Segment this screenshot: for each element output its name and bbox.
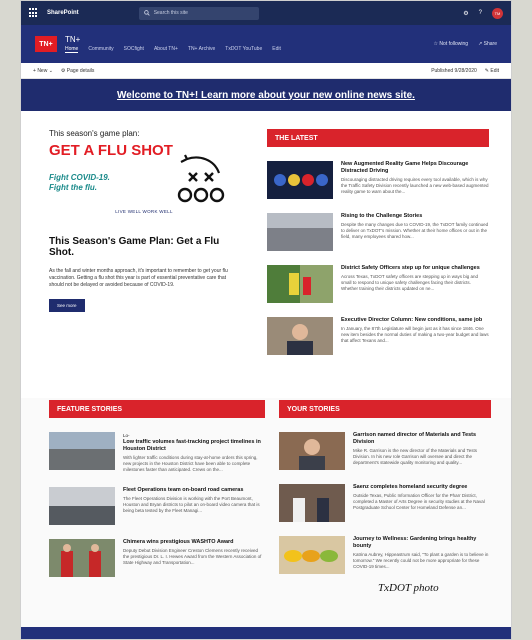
welcome-banner: Welcome to TN+! Learn more about your ne… (21, 79, 511, 111)
news-thumbnail (267, 265, 333, 303)
latest-heading: THE LATEST (267, 129, 489, 147)
news-desc: Outside Texas, Public Information Office… (353, 493, 485, 510)
your-stories-web-part: YOUR STORIES Garrison named director of … (279, 400, 491, 574)
command-bar: + New ⌄ ⚙ Page details Published 9/28/20… (21, 63, 511, 79)
share-button[interactable]: ↗ Share (478, 41, 497, 47)
news-desc: Despite the many changes due to COVID-19… (341, 222, 489, 239)
site-nav: Home Community SOCfight About TN+ TN+ Ar… (65, 46, 281, 53)
news-desc: In January, the 87th Legislature will be… (341, 326, 489, 343)
see-more-button[interactable]: See more (49, 299, 85, 312)
footer-bar (21, 627, 511, 639)
search-box[interactable]: Search this site (138, 6, 259, 20)
news-title[interactable]: Low traffic volumes fast-tracking projec… (123, 439, 265, 453)
news-title[interactable]: Chimera wins prestigious WASHTO Award (123, 539, 265, 546)
app-launcher-icon[interactable] (29, 8, 39, 18)
follow-button[interactable]: ☆ Not following (434, 41, 469, 47)
welcome-link[interactable]: Welcome to TN+! Learn more about your ne… (117, 90, 415, 101)
list-item[interactable]: Journey to Wellness: Gardening brings he… (279, 536, 491, 574)
news-title[interactable]: Garrison named director of Materials and… (353, 432, 491, 446)
news-tag: Lo- (123, 433, 130, 438)
edit-button[interactable]: ✎ Edit (485, 68, 499, 74)
share-label: Share (483, 41, 497, 47)
page-details-button[interactable]: ⚙ Page details (61, 68, 94, 74)
published-status: Published 9/28/2020 (431, 67, 477, 74)
news-thumbnail (49, 539, 115, 577)
nav-home[interactable]: Home (65, 46, 79, 53)
nav-youtube[interactable]: TxDOT YouTube (225, 46, 262, 53)
feature-web-part: FEATURE STORIES Lo- Low traffic volumes … (49, 400, 265, 577)
list-item[interactable]: New Augmented Reality Game Helps Discour… (267, 161, 489, 199)
new-button[interactable]: + New ⌄ (33, 68, 53, 74)
game-plan-icon (177, 154, 225, 203)
follow-label: Not following (439, 41, 469, 47)
flu-title[interactable]: This Season's Game Plan: Get a Flu Shot. (49, 236, 239, 258)
news-title[interactable]: Journey to Wellness: Gardening brings he… (353, 536, 491, 550)
list-item[interactable]: Lo- Low traffic volumes fast-tracking pr… (49, 432, 265, 473)
photo-caption: TxDOT photo (378, 582, 439, 594)
news-thumbnail (279, 484, 345, 522)
news-thumbnail (267, 161, 333, 199)
news-title[interactable]: Fleet Operations team on-board road came… (123, 487, 265, 494)
news-thumbnail (267, 213, 333, 251)
nav-edit[interactable]: Edit (272, 46, 281, 53)
news-desc: Deputy Debut Division Engineer Creston C… (123, 548, 262, 565)
news-thumbnail (49, 432, 115, 470)
news-desc: Discouraging distracted driving requires… (341, 177, 489, 194)
list-item[interactable]: Garrison named director of Materials and… (279, 432, 491, 470)
news-title[interactable]: New Augmented Reality Game Helps Discour… (341, 161, 489, 175)
news-thumbnail (49, 487, 115, 525)
site-header: TN+ TN+ Home Community SOCfight About TN… (21, 25, 511, 63)
news-desc: Across Texas, TxDOT safety officers are … (341, 274, 478, 291)
feature-heading: FEATURE STORIES (49, 400, 265, 418)
news-thumbnail (267, 317, 333, 355)
nav-community[interactable]: Community (88, 46, 113, 53)
suite-brand[interactable]: SharePoint (47, 10, 79, 16)
list-item[interactable]: Chimera wins prestigious WASHTO Award De… (49, 539, 265, 577)
avatar[interactable]: TM (492, 7, 503, 19)
news-title[interactable]: District Safety Officers step up for uni… (341, 265, 489, 272)
news-thumbnail (279, 536, 345, 574)
settings-icon[interactable]: ⚙ (463, 10, 468, 17)
browser-frame: SharePoint Search this site ⚙ ? TM TN+ T… (20, 0, 512, 640)
flu-question: This season's game plan: (49, 129, 140, 138)
list-item[interactable]: Saenz completes homeland security degree… (279, 484, 491, 522)
help-icon[interactable]: ? (479, 10, 482, 16)
news-title[interactable]: Saenz completes homeland security degree (353, 484, 491, 491)
news-desc: The Fleet Operations Division is working… (123, 496, 260, 513)
flu-body: As the fall and winter months approach, … (49, 268, 228, 288)
nav-socfight[interactable]: SOCfight (124, 46, 144, 53)
news-desc: Katrina Aubrey, Hippeastrum said, "To pl… (353, 552, 489, 569)
latest-web-part: THE LATEST New Augmented Reality Game He… (267, 129, 489, 355)
site-logo[interactable]: TN+ (35, 36, 57, 52)
nav-archive[interactable]: TN+ Archive (188, 46, 215, 53)
site-title[interactable]: TN+ (65, 35, 281, 44)
suite-bar: SharePoint Search this site ⚙ ? TM (21, 1, 511, 25)
news-desc: Mike R. Garrison is the new director of … (353, 448, 477, 465)
news-thumbnail (279, 432, 345, 470)
list-item[interactable]: Rising to the Challenge Stories Despite … (267, 213, 489, 251)
page-details-label: Page details (66, 67, 95, 74)
list-item[interactable]: Fleet Operations team on-board road came… (49, 487, 265, 525)
your-stories-heading: YOUR STORIES (279, 400, 491, 418)
news-title[interactable]: Executive Director Column: New condition… (341, 317, 489, 324)
news-desc: With lighter traffic conditions during s… (123, 455, 258, 472)
list-item[interactable]: District Safety Officers step up for uni… (267, 265, 489, 303)
list-item[interactable]: Executive Director Column: New condition… (267, 317, 489, 355)
news-title[interactable]: Rising to the Challenge Stories (341, 213, 489, 220)
flu-web-part: This season's game plan: GET A FLU SHOT … (49, 129, 239, 312)
search-icon (143, 10, 150, 16)
nav-about[interactable]: About TN+ (154, 46, 178, 53)
search-placeholder: Search this site (153, 10, 188, 16)
edit-label: Edit (490, 67, 499, 74)
new-label: New (37, 67, 48, 74)
